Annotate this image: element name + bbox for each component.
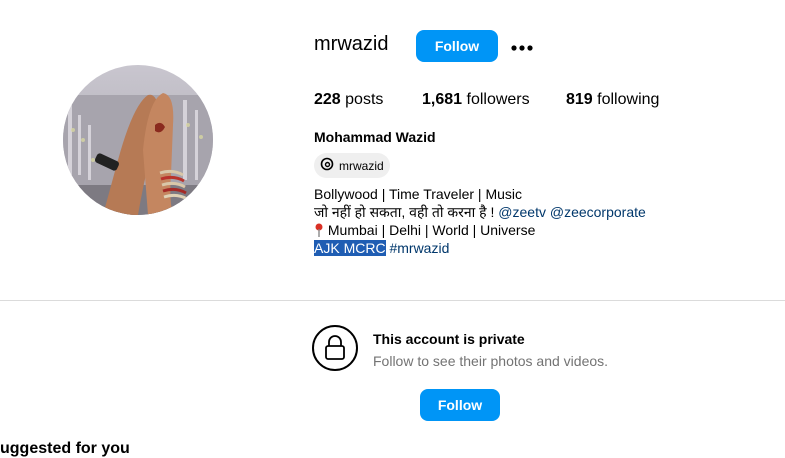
- following-label: following: [597, 91, 660, 108]
- followers-stat[interactable]: 1,681 followers: [422, 91, 530, 109]
- lock-icon: [312, 325, 358, 371]
- threads-link[interactable]: mrwazid: [314, 153, 390, 178]
- threads-icon: [320, 157, 334, 174]
- follow-button-secondary[interactable]: Follow: [420, 389, 500, 421]
- private-account-title: This account is private: [373, 331, 525, 347]
- following-count: 819: [566, 91, 593, 108]
- threads-handle: mrwazid: [339, 158, 384, 173]
- bio-location-text: Mumbai | Delhi | World | Universe: [327, 222, 536, 238]
- bio-line-2: जो नहीं हो सकता, वही तो करना है ! @zeetv…: [314, 203, 646, 221]
- posts-stat: 228 posts: [314, 91, 383, 109]
- suggested-heading: uggested for you: [0, 440, 130, 457]
- followers-label: followers: [466, 91, 530, 108]
- selected-text: AJK MCRC: [314, 240, 386, 256]
- profile-username: mrwazid: [314, 33, 389, 55]
- mention-link[interactable]: @zeetv: [498, 204, 546, 220]
- private-account-subtitle: Follow to see their photos and videos.: [373, 353, 609, 369]
- following-stat[interactable]: 819 following: [566, 91, 659, 109]
- bio-hindi-text: जो नहीं हो सकता, वही तो करना है !: [314, 204, 495, 220]
- posts-label: posts: [345, 91, 384, 108]
- section-divider: [0, 300, 785, 301]
- mention-link[interactable]: @zeecorporate: [550, 204, 646, 220]
- posts-count: 228: [314, 91, 341, 108]
- bio-line-1: Bollywood | Time Traveler | Music: [314, 186, 523, 202]
- profile-full-name: Mohammad Wazid: [314, 129, 436, 145]
- followers-count: 1,681: [422, 91, 463, 108]
- avatar-image: [63, 65, 213, 215]
- hashtag-link[interactable]: #mrwazid: [389, 240, 449, 256]
- more-options-icon[interactable]: [511, 40, 533, 51]
- bio-line-4: AJK MCRC #mrwazid: [314, 239, 449, 257]
- pin-icon: [314, 222, 328, 238]
- follow-button[interactable]: Follow: [416, 30, 498, 62]
- bio-line-3: Mumbai | Delhi | World | Universe: [314, 221, 535, 239]
- profile-avatar[interactable]: [63, 65, 213, 215]
